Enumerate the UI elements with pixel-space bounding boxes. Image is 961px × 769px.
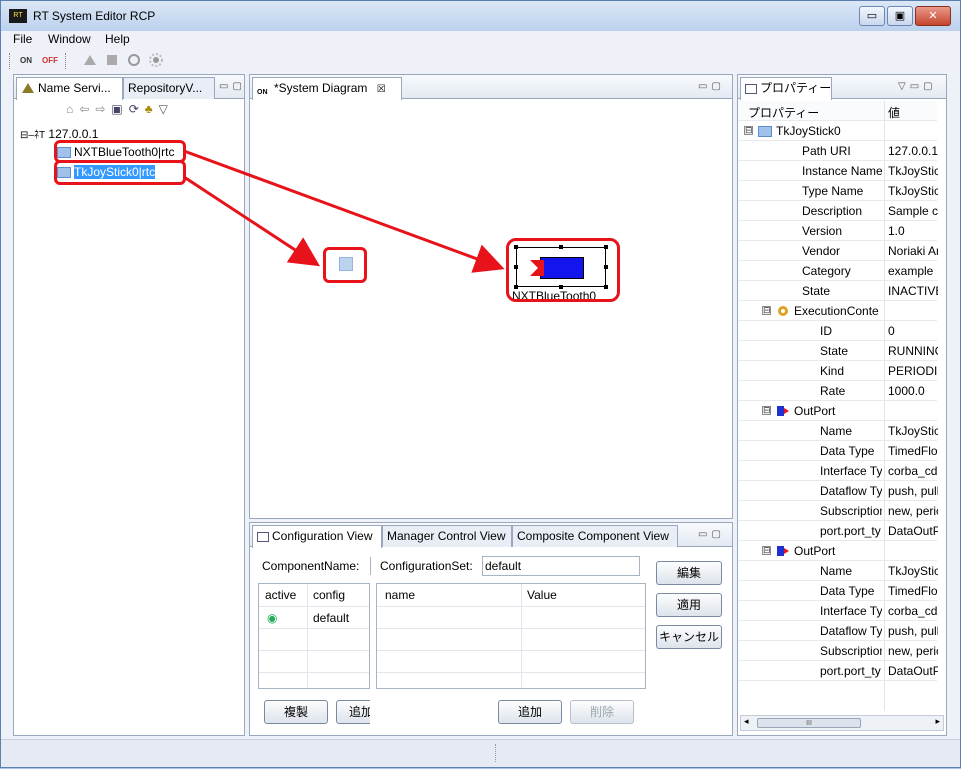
arrow-to-ghost [183, 175, 321, 267]
status-bar [1, 739, 960, 767]
status-bar-divider [495, 744, 496, 762]
main-window: RT RT System Editor RCP ▭ ▣ ✕ File Windo… [0, 0, 961, 768]
annotation-arrows [183, 149, 505, 273]
